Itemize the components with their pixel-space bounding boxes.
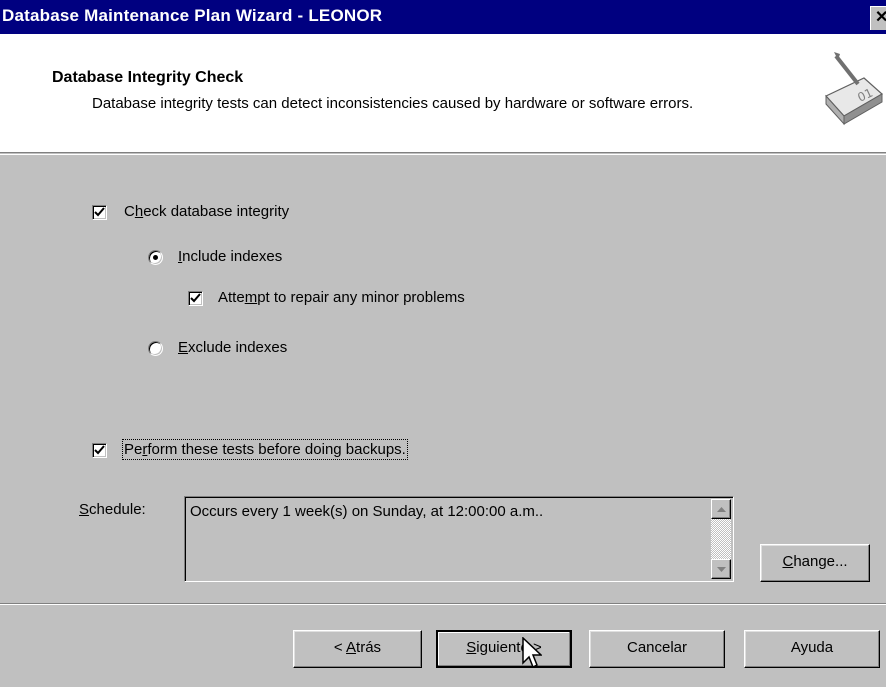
attempt-repair-checkbox[interactable] xyxy=(188,291,203,306)
change-schedule-button[interactable]: Change... xyxy=(760,544,870,582)
focus-rect: Perform these tests before doing backups… xyxy=(122,439,408,460)
schedule-label: Schedule: xyxy=(79,501,146,518)
scroll-up-button[interactable] xyxy=(711,499,731,519)
checkmark-icon xyxy=(94,207,105,217)
cancel-button[interactable]: Cancelar xyxy=(589,630,725,668)
wizard-header: Database Integrity Check Database integr… xyxy=(0,34,886,155)
include-indexes-label[interactable]: Include indexes xyxy=(178,248,282,265)
checkmark-icon xyxy=(94,445,105,455)
exclude-indexes-radio[interactable] xyxy=(148,341,163,356)
next-button[interactable]: Siguiente > xyxy=(436,630,572,668)
arrow-up-icon xyxy=(716,506,726,512)
close-button[interactable]: ✕ xyxy=(870,6,886,30)
check-integrity-label[interactable]: Check database integrity xyxy=(124,203,289,220)
exclude-indexes-label[interactable]: Exclude indexes xyxy=(178,339,287,356)
perform-before-backup-checkbox[interactable] xyxy=(92,443,107,458)
schedule-value: Occurs every 1 week(s) on Sunday, at 12:… xyxy=(190,503,544,520)
window-title: Database Maintenance Plan Wizard - LEONO… xyxy=(2,6,383,25)
radio-dot-icon xyxy=(153,255,158,260)
schedule-textbox[interactable]: Occurs every 1 week(s) on Sunday, at 12:… xyxy=(184,496,734,582)
footer-separator xyxy=(0,603,886,605)
include-indexes-radio[interactable] xyxy=(148,250,163,265)
attempt-repair-label[interactable]: Attempt to repair any minor problems xyxy=(218,289,465,306)
title-bar: Database Maintenance Plan Wizard - LEONO… xyxy=(0,0,886,34)
checkmark-icon xyxy=(190,293,201,303)
wizard-calendar-icon: 01 xyxy=(825,52,884,126)
check-integrity-checkbox[interactable] xyxy=(92,205,107,220)
mouse-cursor-icon xyxy=(522,637,542,669)
page-subtitle: Database integrity tests can detect inco… xyxy=(92,95,694,112)
schedule-scrollbar[interactable] xyxy=(711,499,731,579)
arrow-down-icon xyxy=(716,566,726,572)
scroll-down-button[interactable] xyxy=(711,559,731,579)
perform-before-backup-label[interactable]: Perform these tests before doing backups… xyxy=(122,439,408,460)
back-button[interactable]: < Atrás xyxy=(293,630,422,668)
page-title: Database Integrity Check xyxy=(52,69,244,86)
help-button[interactable]: Ayuda xyxy=(744,630,880,668)
